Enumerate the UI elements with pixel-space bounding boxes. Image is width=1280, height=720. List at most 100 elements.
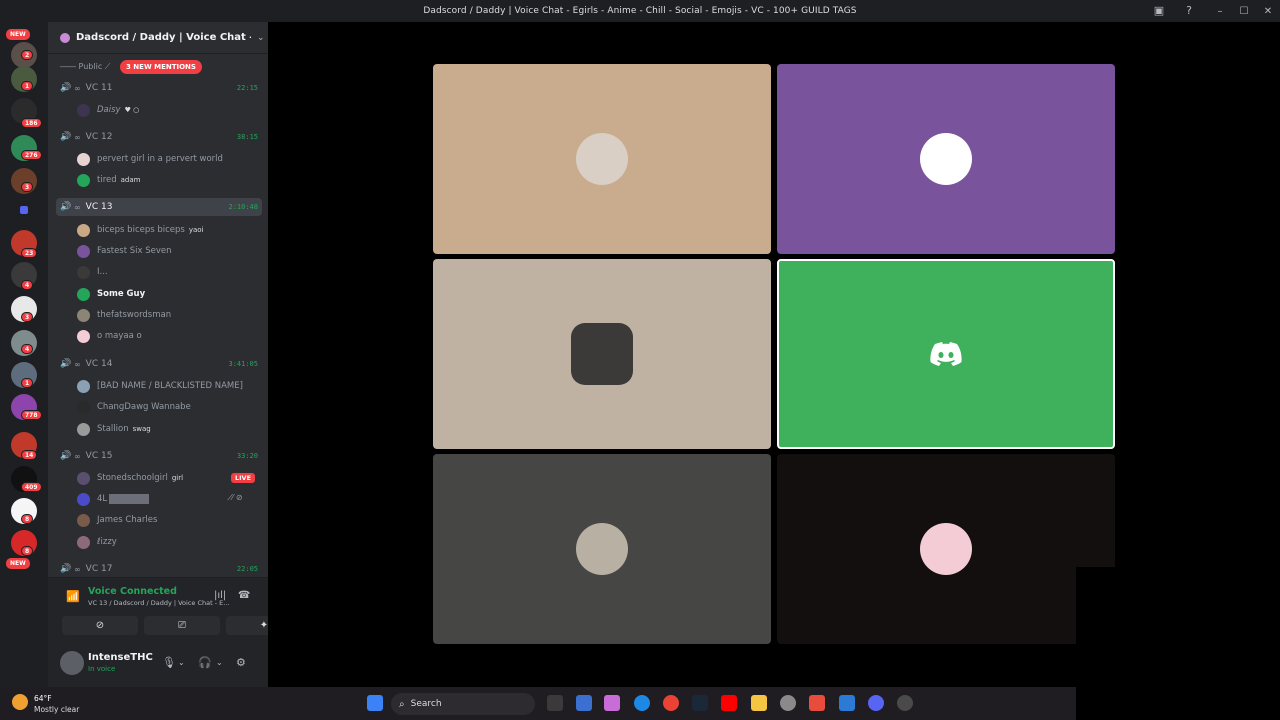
server-badge: 4	[21, 280, 34, 290]
participant-avatar	[571, 323, 633, 385]
voice-user[interactable]: [BAD NAME / BLACKLISTED NAME]	[77, 377, 262, 395]
infinity-icon: ∞	[74, 202, 81, 212]
participant-tile[interactable]	[433, 259, 771, 449]
guild-header[interactable]: Dadscord / Daddy | Voice Chat - E... ⌄	[48, 22, 268, 54]
youtube-icon[interactable]	[721, 695, 737, 711]
folder-icon[interactable]	[16, 202, 32, 218]
speaker-icon: 🔊	[60, 132, 72, 142]
voice-channel-vc11[interactable]: 🔊 ∞ VC 11 22:15	[56, 79, 262, 97]
voice-user[interactable]: biceps biceps biceps yaoi	[77, 221, 262, 239]
gear-icon[interactable]: ⚙	[236, 656, 246, 669]
task-view-icon[interactable]	[547, 695, 563, 711]
username[interactable]: IntenseTHC	[88, 652, 153, 663]
disconnect-icon[interactable]: ☎	[238, 590, 250, 601]
microphone-icon[interactable]: 🎙	[162, 656, 176, 669]
voice-channel-vc12[interactable]: 🔊 ∞ VC 12 38:15	[56, 128, 262, 146]
voice-connected-panel: 📶 Voice Connected VC 13 / Dadscord / Dad…	[48, 577, 302, 642]
new-mentions-pill[interactable]: 3 NEW MENTIONS	[120, 60, 202, 74]
minimize-button[interactable]: –	[1208, 6, 1232, 17]
black-overlay	[1076, 567, 1280, 720]
avatar	[77, 400, 90, 414]
discord-logo-icon	[930, 342, 962, 366]
steam-icon[interactable]	[692, 695, 708, 711]
participant-avatar	[920, 133, 972, 185]
participant-tile-speaking[interactable]	[777, 259, 1115, 449]
voice-user[interactable]: ChangDawg Wannabe	[77, 398, 262, 416]
copilot-icon[interactable]	[604, 695, 620, 711]
voice-user[interactable]: o mayaa o	[77, 327, 262, 345]
redacted-name	[109, 494, 150, 504]
weather-condition: Mostly clear	[34, 705, 80, 714]
live-badge: LIVE	[231, 473, 256, 483]
chevron-down-icon[interactable]: ⌄	[216, 658, 223, 667]
help-icon[interactable]: ?	[1182, 4, 1196, 18]
avatar	[77, 513, 90, 527]
voice-user[interactable]: thefatswordsman	[77, 306, 262, 324]
headphones-icon[interactable]: 🎧	[198, 656, 212, 669]
app-icon[interactable]	[839, 695, 855, 711]
voice-channel-label[interactable]: VC 13 / Dadscord / Daddy | Voice Chat - …	[88, 599, 229, 607]
server-new-badge: NEW	[6, 29, 30, 40]
windows-start-icon[interactable]	[367, 695, 383, 711]
chevron-down-icon[interactable]: ⌄	[178, 658, 185, 667]
voice-channel-vc14[interactable]: 🔊 ∞ VC 14 3:41:05	[56, 355, 262, 373]
weather-widget[interactable]: 64°F Mostly clear	[12, 694, 79, 714]
speaker-icon: 🔊	[60, 83, 72, 93]
chevron-down-icon[interactable]: ⌄	[257, 33, 265, 43]
server-badge: 4	[21, 344, 34, 354]
voice-user[interactable]: ℓizzy	[77, 533, 262, 551]
camera-button[interactable]: ⊘	[62, 616, 138, 635]
server-badge: 276	[21, 150, 42, 160]
voice-user[interactable]: tired adam	[77, 171, 262, 189]
avatar	[77, 379, 90, 393]
voice-user[interactable]: James Charles	[77, 511, 262, 529]
file-explorer-icon[interactable]	[751, 695, 767, 711]
taskbar-search[interactable]: ⌕ Search	[391, 693, 535, 715]
inbox-icon[interactable]: ▣	[1152, 4, 1166, 18]
voice-channel-vc17[interactable]: 🔊 ∞ VC 17 22:05	[56, 560, 262, 578]
avatar	[77, 173, 90, 187]
server-badge: 14	[21, 450, 38, 460]
voice-user[interactable]: I...	[77, 263, 262, 281]
discord-icon[interactable]	[868, 695, 884, 711]
infinity-icon: ∞	[74, 132, 81, 142]
voice-user[interactable]: Daisy ♥ ○	[77, 101, 262, 119]
infinity-icon: ∞	[74, 451, 81, 461]
app-icon[interactable]	[897, 695, 913, 711]
speaker-icon: 🔊	[60, 564, 72, 574]
close-button[interactable]: ✕	[1256, 6, 1280, 17]
participant-avatar	[920, 523, 972, 575]
voice-status[interactable]: Voice Connected	[88, 586, 177, 597]
windows-taskbar: 64°F Mostly clear ⌕ Search	[0, 687, 1076, 720]
voice-user[interactable]: Stallion swag	[77, 420, 262, 438]
avatar	[77, 265, 90, 279]
avatar[interactable]	[60, 651, 84, 675]
voice-channel-vc13[interactable]: 🔊 ∞ VC 13 2:10:48	[56, 198, 262, 216]
participant-tile[interactable]	[433, 454, 771, 644]
voice-user[interactable]: pervert girl in a pervert world	[77, 150, 262, 168]
server-badge: 778	[21, 410, 42, 420]
participant-tile[interactable]	[777, 454, 1115, 644]
voice-channel-vc15[interactable]: 🔊 ∞ VC 15 33:20	[56, 447, 262, 465]
window-title: Dadscord / Daddy | Voice Chat - Egirls -…	[423, 6, 857, 16]
voice-user[interactable]: Fastest Six Seven	[77, 242, 262, 260]
edge-icon[interactable]	[634, 695, 650, 711]
settings-icon[interactable]	[780, 695, 796, 711]
participant-avatar	[576, 523, 628, 575]
avatar	[77, 223, 90, 237]
participant-tile[interactable]	[777, 64, 1115, 254]
speaker-icon: 🔊	[60, 451, 72, 461]
weather-temp: 64°F	[34, 694, 52, 703]
chrome-icon[interactable]	[663, 695, 679, 711]
maximize-button[interactable]: ☐	[1232, 6, 1256, 17]
category-public[interactable]: ―― Public ⟋	[60, 62, 110, 72]
noise-suppression-icon[interactable]: |ıl|	[214, 590, 226, 601]
user-status: In voice	[88, 665, 116, 673]
avatar	[77, 308, 90, 322]
app-icon[interactable]	[576, 695, 592, 711]
app-icon[interactable]	[809, 695, 825, 711]
screen-share-button[interactable]: ⎚	[144, 616, 220, 635]
participant-tile[interactable]	[433, 64, 771, 254]
server-badge: 23	[21, 248, 38, 258]
voice-user[interactable]: Some Guy	[77, 285, 262, 303]
